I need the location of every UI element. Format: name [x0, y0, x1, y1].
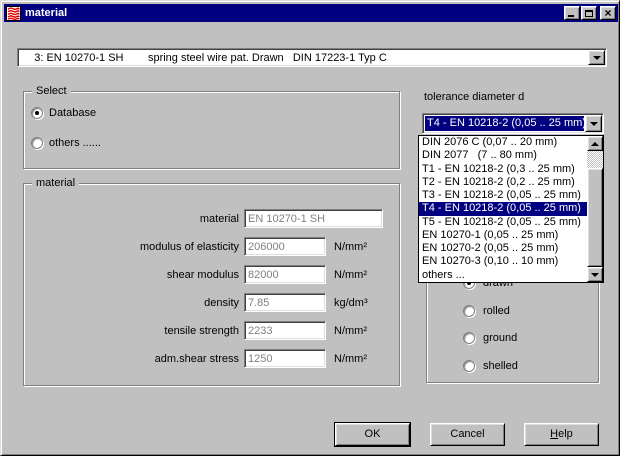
- radio-ground-label[interactable]: ground: [483, 332, 517, 344]
- title-bar[interactable]: material ×: [4, 4, 618, 22]
- tolerance-combobox-value: T4 - EN 10218-2 (0,05 .. 25 mm): [425, 116, 584, 131]
- material-group-label: material: [32, 177, 79, 189]
- material-dialog: material × 3: EN 10270-1 SH spring steel…: [0, 0, 620, 456]
- material-record-combobox[interactable]: 3: EN 10270-1 SH spring steel wire pat. …: [17, 48, 607, 67]
- minimize-button[interactable]: [564, 6, 580, 20]
- help-button[interactable]: Help: [524, 423, 599, 446]
- shear-modulus-unit: N/mm²: [334, 269, 367, 281]
- list-item-selected[interactable]: T4 - EN 10218-2 (0,05 .. 25 mm): [419, 202, 587, 215]
- list-scrollbar[interactable]: [587, 136, 603, 282]
- combobox-dropdown-button[interactable]: [588, 50, 605, 65]
- field-label-adm-shear-stress: adm.shear stress: [31, 353, 239, 365]
- scroll-down-button[interactable]: [587, 267, 603, 282]
- list-item[interactable]: T2 - EN 10218-2 (0,2 .. 25 mm): [419, 176, 587, 189]
- adm-shear-stress-unit: N/mm²: [334, 353, 367, 365]
- radio-shelled[interactable]: [463, 360, 475, 372]
- maximize-icon: [585, 10, 593, 17]
- maximize-button[interactable]: [581, 6, 597, 20]
- radio-rolled[interactable]: [463, 305, 475, 317]
- chevron-down-icon: [590, 122, 598, 126]
- field-label-shear-modulus: shear modulus: [31, 269, 239, 281]
- ok-button-default-ring: OK: [334, 422, 411, 447]
- modulus-unit: N/mm²: [334, 241, 367, 253]
- radio-others-label[interactable]: others ......: [49, 137, 101, 149]
- list-item[interactable]: T5 - EN 10218-2 (0,05 .. 25 mm): [419, 216, 587, 229]
- tensile-strength-unit: N/mm²: [334, 325, 367, 337]
- shear-modulus-field: [244, 265, 326, 284]
- triangle-up-icon: [591, 142, 599, 146]
- spring-icon: [6, 6, 21, 21]
- scroll-up-button[interactable]: [587, 136, 603, 151]
- list-item[interactable]: EN 10270-3 (0,10 .. 10 mm): [419, 255, 587, 268]
- radio-ground[interactable]: [463, 332, 475, 344]
- density-field: [244, 293, 326, 312]
- select-group: Select: [23, 91, 400, 169]
- field-label-modulus-of-elasticity: modulus of elasticity: [31, 241, 239, 253]
- triangle-down-icon: [591, 273, 599, 277]
- list-item[interactable]: others ...: [419, 269, 587, 282]
- list-item[interactable]: T1 - EN 10218-2 (0,3 .. 25 mm): [419, 163, 587, 176]
- cancel-button[interactable]: Cancel: [430, 423, 505, 446]
- modulus-of-elasticity-field: [244, 237, 326, 256]
- radio-shelled-label[interactable]: shelled: [483, 360, 518, 372]
- tolerance-dropdown-list: DIN 2076 C (0,07 .. 20 mm) DIN 2077 (7 .…: [418, 135, 604, 283]
- list-item[interactable]: DIN 2077 (7 .. 80 mm): [419, 149, 587, 162]
- tolerance-diameter-label: tolerance diameter d: [424, 91, 524, 103]
- close-button[interactable]: ×: [600, 6, 616, 20]
- chevron-down-icon: [593, 56, 601, 60]
- radio-dot-icon: [35, 111, 39, 115]
- adm-shear-stress-field: [244, 349, 326, 368]
- tolerance-dropdown-button[interactable]: [585, 115, 602, 132]
- tolerance-combobox[interactable]: T4 - EN 10218-2 (0,05 .. 25 mm): [422, 113, 604, 134]
- tolerance-dropdown-items: DIN 2076 C (0,07 .. 20 mm) DIN 2077 (7 .…: [419, 136, 587, 282]
- field-label-tensile-strength: tensile strength: [31, 325, 239, 337]
- radio-database[interactable]: [31, 107, 43, 119]
- radio-database-label[interactable]: Database: [49, 107, 96, 119]
- material-record-value: 3: EN 10270-1 SH spring steel wire pat. …: [20, 51, 587, 64]
- select-group-label: Select: [32, 85, 71, 97]
- list-item[interactable]: DIN 2076 C (0,07 .. 20 mm): [419, 136, 587, 149]
- list-item[interactable]: T3 - EN 10218-2 (0,05 .. 25 mm): [419, 189, 587, 202]
- radio-rolled-label[interactable]: rolled: [483, 305, 510, 317]
- close-icon: ×: [604, 8, 611, 18]
- list-item[interactable]: EN 10270-1 (0,05 .. 25 mm): [419, 229, 587, 242]
- radio-others[interactable]: [31, 137, 43, 149]
- scrollbar-track[interactable]: [587, 151, 603, 168]
- list-item[interactable]: EN 10270-2 (0,05 .. 25 mm): [419, 242, 587, 255]
- window-title: material: [25, 7, 67, 19]
- material-field: [244, 209, 383, 228]
- minimize-icon: [568, 15, 574, 17]
- field-label-density: density: [31, 297, 239, 309]
- titlebar-buttons: ×: [563, 6, 618, 20]
- ok-button[interactable]: OK: [335, 423, 410, 446]
- density-unit: kg/dm³: [334, 297, 368, 309]
- field-label-material: material: [31, 213, 239, 225]
- tensile-strength-field: [244, 321, 326, 340]
- scrollbar-thumb[interactable]: [587, 168, 603, 267]
